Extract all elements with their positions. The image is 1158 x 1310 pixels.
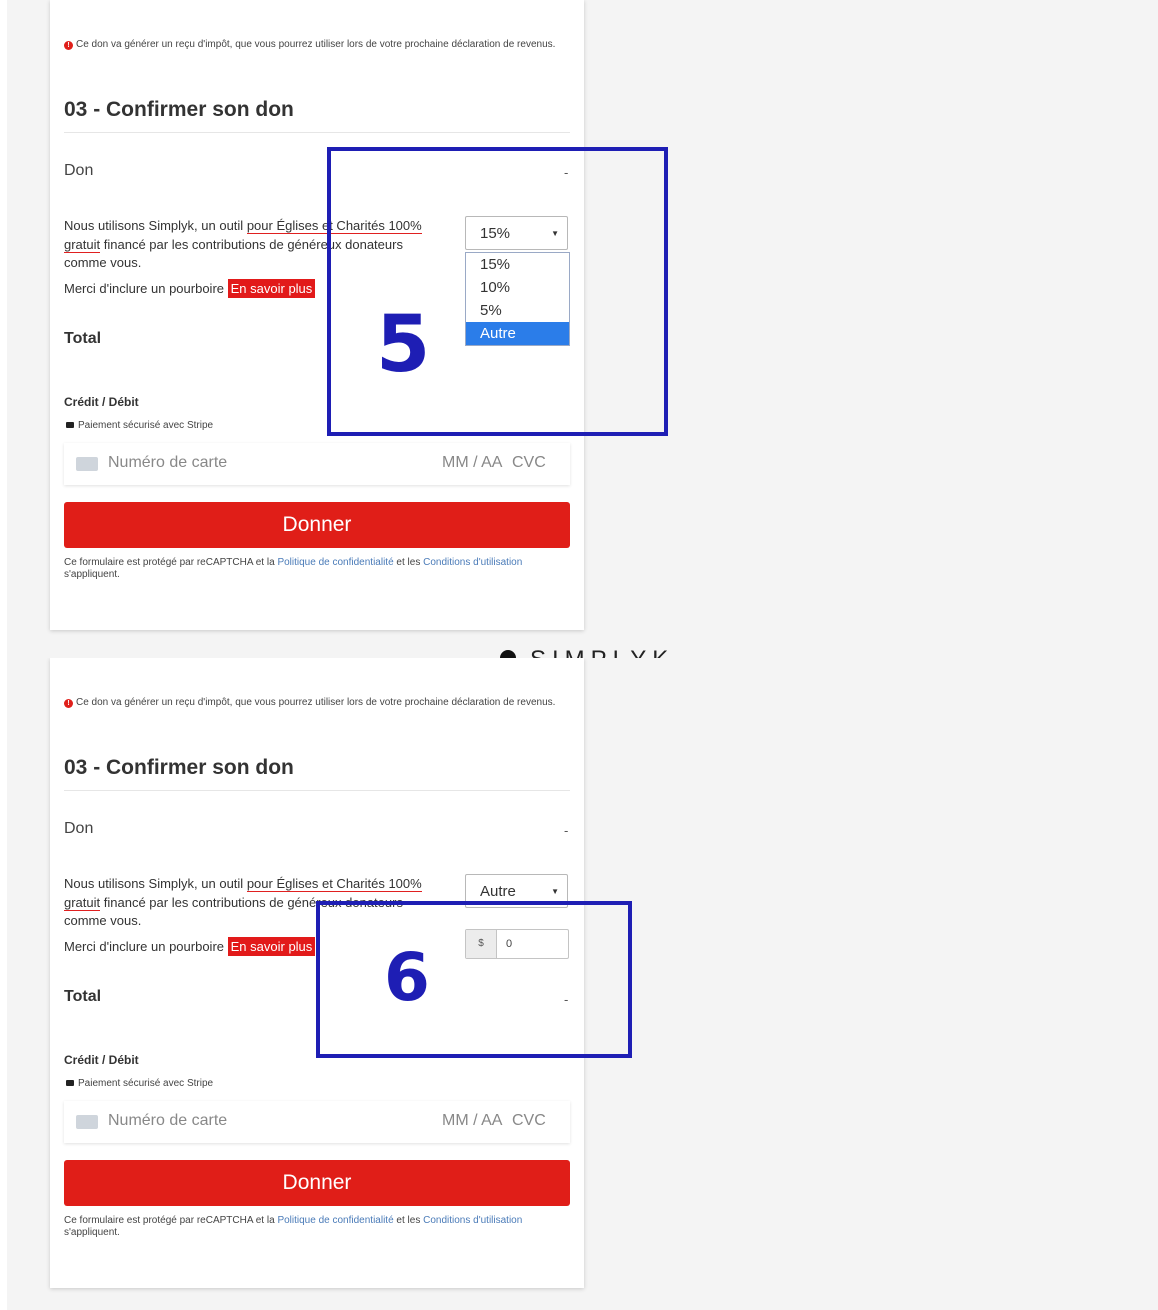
tip-line: Merci d'inclure un pourboire En savoir p… — [64, 279, 316, 298]
screenshot-step-6: ! Ce don va générer un reçu d'impôt, que … — [0, 658, 1158, 1310]
cvc-placeholder[interactable]: CVC — [512, 454, 546, 472]
annotation-number-6: 6 — [384, 939, 430, 1016]
secure-text: Paiement sécurisé avec Stripe — [78, 1078, 214, 1089]
notice-text: Ce don va générer un reçu d'impôt, que v… — [76, 697, 556, 708]
secure-payment-note: Paiement sécurisé avec Stripe — [66, 1078, 213, 1089]
section-divider — [64, 132, 570, 133]
cvc-placeholder[interactable]: CVC — [512, 1112, 546, 1130]
donate-button[interactable]: Donner — [64, 502, 570, 548]
simplyk-brand: SIMPLYK — [530, 646, 674, 658]
credit-card-icon — [76, 1115, 98, 1129]
tip-line: Merci d'inclure un pourboire En savoir p… — [64, 937, 316, 956]
privacy-link[interactable]: Politique de confidentialité — [277, 1215, 393, 1226]
payment-title: Crédit / Débit — [64, 395, 139, 409]
simplyk-logo-icon — [500, 650, 516, 658]
legal-mid: et les — [396, 1215, 421, 1226]
section-title: 03 - Confirmer son don — [64, 98, 294, 121]
info-icon: ! — [64, 699, 73, 708]
donate-button[interactable]: Donner — [64, 1160, 570, 1206]
left-edge — [0, 658, 7, 1310]
expiry-placeholder[interactable]: MM / AA — [442, 1112, 502, 1130]
info-icon: ! — [64, 41, 73, 50]
notice-text: Ce don va générer un reçu d'impôt, que v… — [76, 39, 556, 50]
don-value: - — [564, 823, 569, 838]
don-label: Don — [64, 820, 94, 837]
section-divider — [64, 790, 570, 791]
terms-link[interactable]: Conditions d'utilisation — [423, 1215, 522, 1226]
tax-receipt-notice: ! Ce don va générer un reçu d'impôt, que … — [64, 697, 570, 708]
terms-link[interactable]: Conditions d'utilisation — [423, 557, 522, 568]
card-input[interactable]: Numéro de carte MM / AA CVC — [64, 1101, 570, 1143]
annotation-box-6 — [316, 901, 632, 1058]
lock-icon — [66, 1080, 74, 1086]
learn-more-link[interactable]: En savoir plus — [227, 937, 316, 956]
don-label: Don — [64, 162, 94, 179]
tip-text: Merci d'inclure un pourboire — [64, 281, 225, 296]
recaptcha-legal: Ce formulaire est protégé par reCAPTCHA … — [64, 557, 544, 580]
card-number-placeholder[interactable]: Numéro de carte — [108, 454, 227, 472]
learn-more-link[interactable]: En savoir plus — [227, 279, 316, 298]
legal-after: s'appliquent. — [64, 568, 120, 580]
section-title: 03 - Confirmer son don — [64, 756, 294, 779]
payment-title: Crédit / Débit — [64, 1053, 139, 1067]
legal-after: s'appliquent. — [64, 1226, 120, 1238]
recaptcha-legal: Ce formulaire est protégé par reCAPTCHA … — [64, 1215, 544, 1238]
annotation-number-5: 5 — [376, 300, 431, 390]
tax-receipt-notice: ! Ce don va générer un reçu d'impôt, que … — [64, 39, 570, 50]
annotation-box-5 — [327, 147, 668, 436]
secure-payment-note: Paiement sécurisé avec Stripe — [66, 420, 213, 431]
left-edge — [0, 0, 7, 658]
tip-desc-before: Nous utilisons Simplyk, un outil — [64, 218, 244, 233]
tip-desc-before: Nous utilisons Simplyk, un outil — [64, 876, 244, 891]
legal-before: Ce formulaire est protégé par reCAPTCHA … — [64, 557, 275, 568]
privacy-link[interactable]: Politique de confidentialité — [277, 557, 393, 568]
credit-card-icon — [76, 457, 98, 471]
lock-icon — [66, 422, 74, 428]
legal-before: Ce formulaire est protégé par reCAPTCHA … — [64, 1215, 275, 1226]
card-number-placeholder[interactable]: Numéro de carte — [108, 1112, 227, 1130]
total-label: Total — [64, 988, 102, 1005]
expiry-placeholder[interactable]: MM / AA — [442, 454, 502, 472]
screenshot-step-5: ! Ce don va générer un reçu d'impôt, que … — [0, 0, 1158, 658]
card-input[interactable]: Numéro de carte MM / AA CVC — [64, 443, 570, 485]
secure-text: Paiement sécurisé avec Stripe — [78, 420, 214, 431]
total-label: Total — [64, 330, 102, 347]
tip-select-value: Autre — [480, 883, 516, 900]
legal-mid: et les — [396, 557, 421, 568]
tip-text: Merci d'inclure un pourboire — [64, 939, 225, 954]
